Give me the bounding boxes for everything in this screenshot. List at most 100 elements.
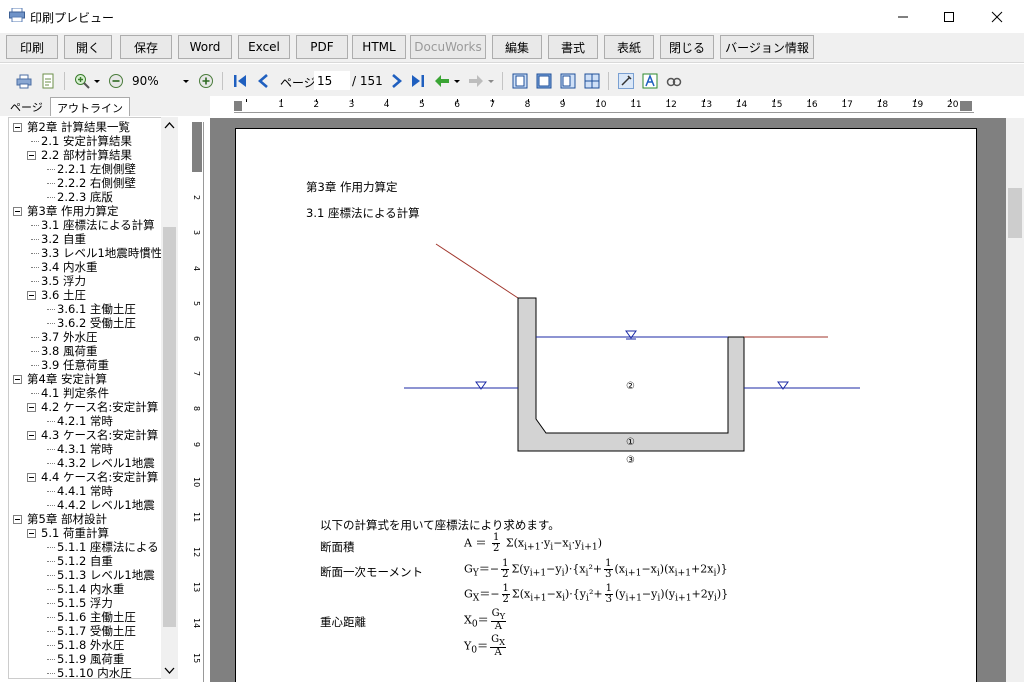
zoom-in-icon[interactable] xyxy=(74,73,90,89)
tab-outline[interactable]: アウトライン xyxy=(50,97,130,116)
outline-item[interactable]: 第2章 計算結果一覧 xyxy=(27,120,130,134)
outline-item[interactable]: 5.1.10 内水圧 xyxy=(57,666,132,678)
outline-item[interactable]: 3.2 自重 xyxy=(41,232,86,246)
print-setup-icon[interactable] xyxy=(16,73,32,89)
multi-page-view-icon[interactable] xyxy=(584,73,600,89)
forward-arrow-icon[interactable] xyxy=(468,73,484,89)
page-setup-icon[interactable] xyxy=(40,73,56,89)
fit-width-view-icon[interactable] xyxy=(560,73,576,89)
close-button[interactable] xyxy=(974,0,1020,33)
outline-item[interactable]: 3.9 任意荷重 xyxy=(41,358,109,372)
outline-scrollbar[interactable] xyxy=(161,117,178,679)
expand-collapse-icon[interactable] xyxy=(27,529,36,538)
outline-item[interactable]: 4.2 ケース名:安定計算 xyxy=(41,400,158,414)
expand-collapse-icon[interactable] xyxy=(13,123,22,132)
expand-collapse-icon[interactable] xyxy=(27,473,36,482)
outline-item[interactable]: 3.5 浮力 xyxy=(41,274,86,288)
outline-item[interactable]: 2.2 部材計算結果 xyxy=(41,148,132,162)
outline-scroll-thumb[interactable] xyxy=(163,227,176,627)
find-icon[interactable] xyxy=(666,73,682,89)
expand-collapse-icon[interactable] xyxy=(13,375,22,384)
excel-button[interactable]: Excel xyxy=(238,35,290,59)
outline-item[interactable]: 3.6.1 主働土圧 xyxy=(57,302,136,316)
tab-pages[interactable]: ページ xyxy=(4,97,49,116)
format-button[interactable]: 書式 xyxy=(548,35,598,59)
word-button[interactable]: Word xyxy=(178,35,232,59)
maximize-button[interactable] xyxy=(926,0,972,33)
fit-page-view-icon[interactable] xyxy=(536,73,552,89)
expand-collapse-icon[interactable] xyxy=(27,151,36,160)
outline-item[interactable]: 5.1.7 受働土圧 xyxy=(57,624,136,638)
outline-item[interactable]: 3.4 内水重 xyxy=(41,260,97,274)
zoom-plus-icon[interactable] xyxy=(198,73,214,89)
outline-item[interactable]: 5.1.1 座標法による xyxy=(57,540,159,554)
expand-collapse-icon[interactable] xyxy=(27,291,36,300)
outline-item[interactable]: 3.8 風荷重 xyxy=(41,344,97,358)
text-tool-icon[interactable] xyxy=(642,73,658,89)
single-page-view-icon[interactable] xyxy=(512,73,528,89)
edit-button[interactable]: 編集 xyxy=(492,35,542,59)
outline-item[interactable]: 5.1.4 内水重 xyxy=(57,582,124,596)
outline-item[interactable]: 5.1.8 外水圧 xyxy=(57,638,124,652)
prev-page-icon[interactable] xyxy=(256,73,272,89)
zoom-level[interactable]: 90% xyxy=(132,74,159,88)
expand-collapse-icon[interactable] xyxy=(27,403,36,412)
forward-dropdown-icon[interactable] xyxy=(487,73,495,89)
outline-item[interactable]: 4.4 ケース名:安定計算 xyxy=(41,470,158,484)
outline-item[interactable]: 4.2.1 常時 xyxy=(57,414,113,428)
ruler-margin-marker[interactable] xyxy=(192,122,202,172)
version-info-button[interactable]: バージョン情報 xyxy=(720,35,814,59)
chevron-down-icon[interactable] xyxy=(93,73,101,89)
scroll-down-icon[interactable] xyxy=(164,667,175,675)
save-button[interactable]: 保存 xyxy=(120,35,172,59)
next-page-icon[interactable] xyxy=(388,73,404,89)
outline-item[interactable]: 第5章 部材設計 xyxy=(27,512,107,526)
back-arrow-icon[interactable] xyxy=(434,73,450,89)
expand-collapse-icon[interactable] xyxy=(13,515,22,524)
zoom-out-icon[interactable] xyxy=(108,73,124,89)
ruler-margin-marker[interactable] xyxy=(234,101,242,111)
outline-item[interactable]: 3.6.2 受働土圧 xyxy=(57,316,136,330)
outline-item[interactable]: 4.4.2 レベル1地震 xyxy=(57,498,155,512)
outline-item[interactable]: 第3章 作用力算定 xyxy=(27,204,118,218)
outline-item[interactable]: 4.4.1 常時 xyxy=(57,484,113,498)
open-button[interactable]: 開く xyxy=(64,35,112,59)
minimize-button[interactable] xyxy=(880,0,926,33)
outline-item[interactable]: 2.1 安定計算結果 xyxy=(41,134,132,148)
outline-item[interactable]: 5.1.5 浮力 xyxy=(57,596,113,610)
docuworks-button[interactable]: DocuWorks xyxy=(410,35,486,59)
outline-item[interactable]: 5.1.6 主働土圧 xyxy=(57,610,136,624)
outline-item[interactable]: 5.1.9 風荷重 xyxy=(57,652,124,666)
first-page-icon[interactable] xyxy=(232,73,248,89)
outline-item[interactable]: 2.2.2 右側側壁 xyxy=(57,176,136,190)
outline-item[interactable]: 5.1.2 自重 xyxy=(57,554,113,568)
expand-collapse-icon[interactable] xyxy=(13,207,22,216)
outline-item[interactable]: 4.3.2 レベル1地震 xyxy=(57,456,155,470)
select-tool-icon[interactable] xyxy=(618,73,634,89)
outline-item[interactable]: 3.6 土圧 xyxy=(41,288,86,302)
outline-item[interactable]: 4.3 ケース名:安定計算 xyxy=(41,428,158,442)
print-button[interactable]: 印刷 xyxy=(6,35,58,59)
outline-item[interactable]: 4.3.1 常時 xyxy=(57,442,113,456)
outline-item[interactable]: 2.2.3 底版 xyxy=(57,190,113,204)
close-preview-button[interactable]: 閉じる xyxy=(660,35,714,59)
last-page-icon[interactable] xyxy=(410,73,426,89)
preview-scrollbar[interactable] xyxy=(1006,118,1024,682)
outline-item[interactable]: 2.2.1 左側側壁 xyxy=(57,162,136,176)
pdf-button[interactable]: PDF xyxy=(296,35,348,59)
outline-item[interactable]: 4.1 判定条件 xyxy=(41,386,109,400)
back-dropdown-icon[interactable] xyxy=(453,73,461,89)
outline-item[interactable]: 3.1 座標法による計算 xyxy=(41,218,155,232)
html-button[interactable]: HTML xyxy=(352,35,406,59)
expand-collapse-icon[interactable] xyxy=(27,431,36,440)
outline-item[interactable]: 第4章 安定計算 xyxy=(27,372,107,386)
outline-item[interactable]: 3.7 外水圧 xyxy=(41,330,97,344)
outline-item[interactable]: 5.1.3 レベル1地震 xyxy=(57,568,155,582)
zoom-dropdown-icon[interactable] xyxy=(182,73,190,89)
outline-item[interactable]: 5.1 荷重計算 xyxy=(41,526,109,540)
page-number-input[interactable] xyxy=(314,71,350,90)
outline-item[interactable]: 3.3 レベル1地震時慣性 xyxy=(41,246,162,260)
cover-button[interactable]: 表紙 xyxy=(604,35,654,59)
preview-scroll-thumb[interactable] xyxy=(1008,188,1022,238)
ruler-margin-marker[interactable] xyxy=(960,101,972,111)
